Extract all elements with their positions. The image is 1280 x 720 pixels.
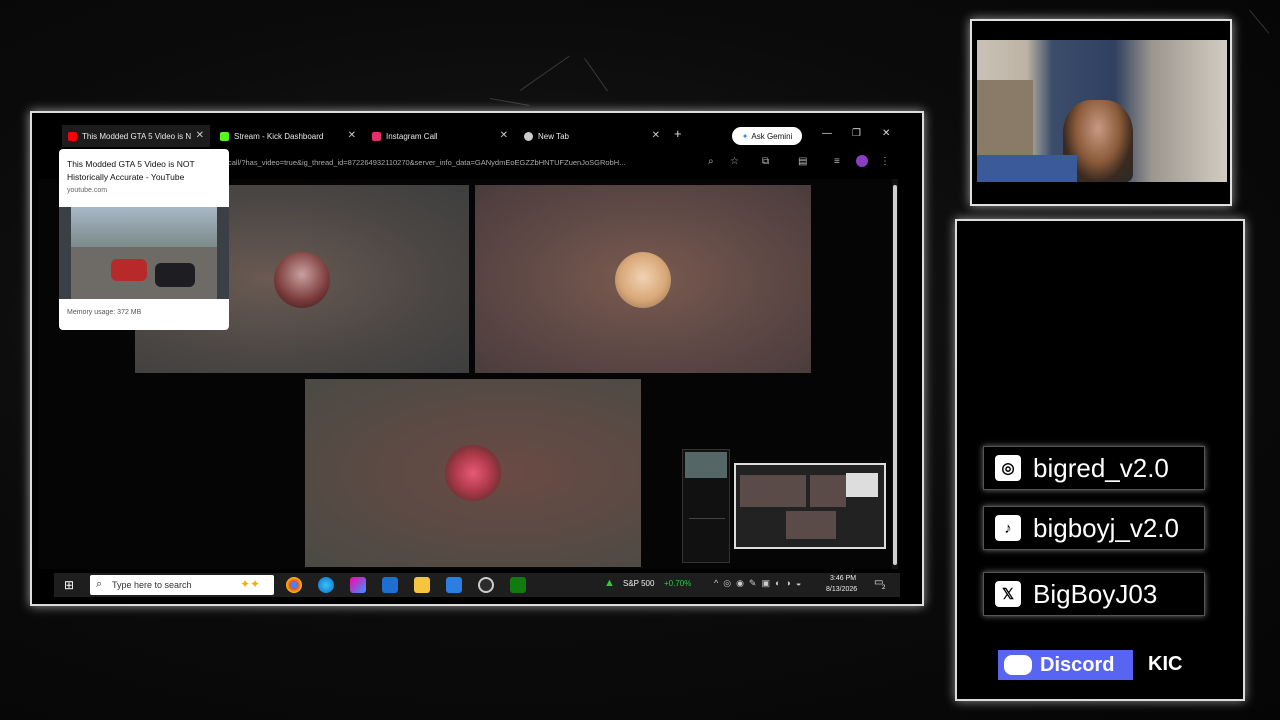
media-icon[interactable]: ≡ [834, 156, 840, 167]
decor-line [1249, 10, 1270, 34]
restore-button[interactable]: ❐ [852, 128, 861, 139]
social-tiktok: ♪ bigboyj_v2.0 [983, 506, 1205, 550]
tab-new-tab[interactable]: New Tab ✕ [518, 125, 666, 147]
star-icon[interactable]: ☆ [730, 156, 739, 167]
preview-tile [786, 511, 836, 539]
stock-change: +0.70% [664, 579, 692, 588]
file-explorer-icon[interactable] [414, 577, 430, 593]
tab-label: Instagram Call [386, 131, 438, 141]
obs-icon[interactable] [478, 577, 494, 593]
webcam-frame [970, 19, 1232, 206]
tab-label: This Modded GTA 5 Video is N [82, 131, 192, 141]
search-placeholder: Type here to search [112, 580, 192, 590]
stock-name[interactable]: S&P 500 [623, 579, 654, 588]
self-view-thumbnail [685, 452, 727, 478]
discord-icon [1004, 655, 1032, 675]
webcam-feed [977, 40, 1227, 182]
preview-tile [740, 475, 806, 507]
webcam-pillows [977, 155, 1077, 182]
system-tray-icons[interactable]: ^◎◉✎▣◐◑◒ [714, 578, 806, 589]
tab-instagram-call[interactable]: Instagram Call ✕ [366, 125, 514, 147]
clock-date: 8/13/2026 [826, 586, 858, 593]
call-participant-tile[interactable] [305, 379, 641, 567]
taskbar-search[interactable]: ⌕ Type here to search ✦✦ [90, 575, 274, 595]
tab-kick-dashboard[interactable]: Stream - Kick Dashboard ✕ [214, 125, 362, 147]
new-tab-button[interactable]: + [674, 126, 682, 141]
tiktok-icon: ♪ [995, 515, 1021, 541]
discord-logo: Discord [998, 650, 1133, 680]
extensions-icon[interactable]: ⧉ [762, 156, 769, 167]
copilot-icon[interactable] [350, 577, 366, 593]
thumbnail-sky [71, 207, 217, 247]
participant-avatar [615, 252, 671, 308]
outlook-icon[interactable] [382, 577, 398, 593]
browser-tab-bar: This Modded GTA 5 Video is N ✕ Stream - … [38, 125, 904, 147]
chrome-icon [524, 131, 533, 141]
chrome-icon[interactable] [286, 577, 302, 593]
windows-start-icon[interactable]: ⊞ [64, 578, 74, 592]
xbox-icon[interactable] [510, 577, 526, 593]
reading-list-icon[interactable]: ▤ [798, 156, 807, 167]
thumbnail-car [111, 259, 147, 281]
participant-list [689, 518, 725, 559]
participant-avatar [445, 445, 501, 501]
store-icon[interactable] [446, 577, 462, 593]
tab-label: New Tab [538, 131, 569, 141]
preview-tile [810, 475, 846, 507]
stock-chart-icon: ▲ [604, 577, 615, 589]
screen-capture-frame: This Modded GTA 5 Video is N ✕ Stream - … [30, 111, 924, 606]
close-window-button[interactable]: ✕ [882, 128, 890, 139]
participant-avatar [274, 252, 330, 308]
notification-count: 2 [882, 585, 886, 591]
ask-gemini-button[interactable]: ✦ Ask Gemini [732, 127, 802, 145]
self-view-panel[interactable] [682, 449, 730, 563]
preview-tile [846, 473, 878, 497]
preview-title: This Modded GTA 5 Video is NOT Historica… [67, 159, 195, 182]
search-icon: ⌕ [96, 578, 103, 590]
gemini-icon: ✦ [741, 131, 749, 141]
instagram-icon: ◎ [995, 455, 1021, 481]
tab-label: Stream - Kick Dashboard [234, 131, 324, 141]
preview-domain: youtube.com [67, 187, 108, 194]
url-field[interactable]: call/?has_video=true&ig_thread_id=872264… [228, 158, 698, 167]
sparkle-icon: ✦✦ [240, 577, 261, 591]
kick-logo: KIC [1148, 653, 1183, 675]
social-handle: BigBoyJ03 [1033, 578, 1158, 609]
tab-hover-preview: This Modded GTA 5 Video is NOT Historica… [59, 149, 229, 330]
scrollbar[interactable] [892, 179, 898, 569]
social-x: 𝕏 BigBoyJ03 [983, 572, 1205, 616]
tab-youtube[interactable]: This Modded GTA 5 Video is N ✕ [62, 125, 210, 147]
profile-icon[interactable] [856, 155, 868, 167]
scrollbar-thumb[interactable] [893, 185, 897, 565]
screen-share-preview[interactable] [734, 463, 886, 549]
edge-icon[interactable] [318, 577, 334, 593]
clock-time[interactable]: 3:46 PM [830, 575, 856, 582]
windows-taskbar: ⊞ ⌕ Type here to search ✦✦ ▲ S&P 500 +0.… [54, 573, 900, 597]
close-icon[interactable]: ✕ [652, 130, 660, 141]
social-handle: bigred_v2.0 [1033, 452, 1169, 483]
close-icon[interactable]: ✕ [500, 130, 508, 141]
social-instagram: ◎ bigred_v2.0 [983, 446, 1205, 490]
call-participant-tile[interactable] [475, 185, 811, 373]
decor-line [584, 58, 608, 92]
memory-usage: Memory usage: 372 MB [67, 309, 142, 316]
kick-icon [220, 131, 229, 141]
discord-label: Discord [1040, 653, 1115, 676]
search-icon[interactable]: ⌕ [708, 156, 714, 167]
minimize-button[interactable]: — [822, 128, 832, 139]
menu-icon[interactable]: ⋮ [880, 156, 890, 167]
ask-gemini-label: Ask Gemini [751, 131, 793, 141]
instagram-icon [372, 131, 381, 141]
close-icon[interactable]: ✕ [196, 130, 204, 141]
decor-line [489, 98, 530, 106]
preview-thumbnail [59, 207, 229, 299]
x-icon: 𝕏 [995, 581, 1021, 607]
youtube-icon [68, 131, 77, 141]
social-handle: bigboyj_v2.0 [1033, 512, 1179, 543]
thumbnail-car [155, 263, 195, 287]
decor-line [520, 55, 570, 91]
close-icon[interactable]: ✕ [348, 130, 356, 141]
